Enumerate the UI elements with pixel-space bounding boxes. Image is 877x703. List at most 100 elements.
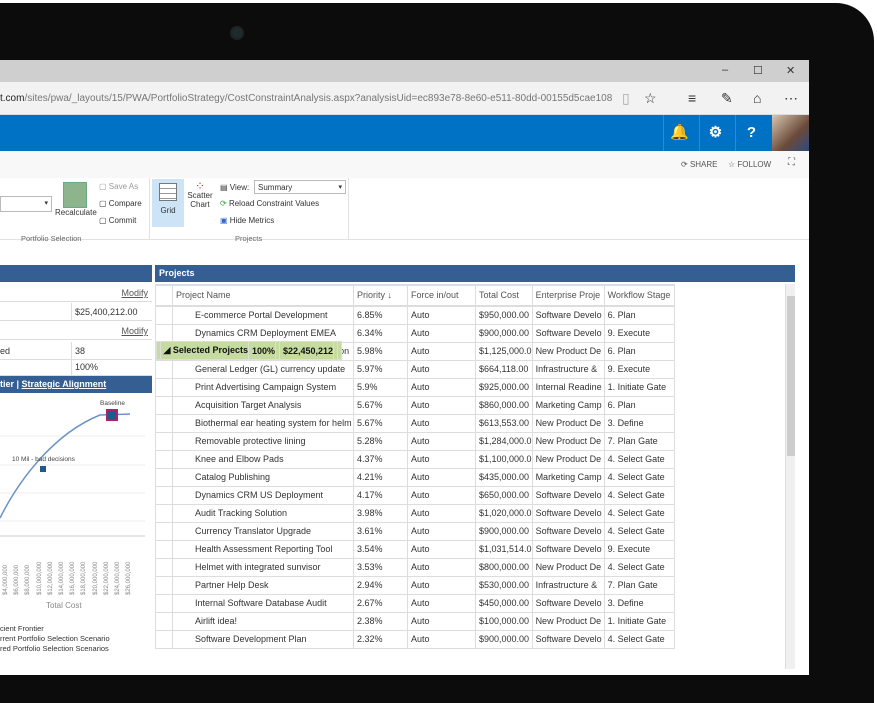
- priority: 5.9%: [353, 377, 408, 397]
- total-cost: $530,000.00: [475, 575, 533, 595]
- column-header[interactable]: Priority ↓: [353, 284, 408, 306]
- total-cost: $100,000.00: [475, 611, 533, 631]
- help-icon[interactable]: ?: [735, 115, 767, 151]
- row-header[interactable]: [155, 449, 173, 469]
- web-note-icon[interactable]: ✎: [721, 90, 733, 107]
- share-icon[interactable]: ⌂: [753, 90, 761, 106]
- enterprise-project-type: Software Develo: [531, 629, 605, 649]
- share-button[interactable]: ⟳ SHARE: [681, 160, 718, 169]
- bell-icon[interactable]: 🔔: [663, 115, 695, 151]
- total-cost: $860,000.00: [475, 395, 533, 415]
- workflow-stage: 6. Plan: [603, 395, 675, 415]
- table-row[interactable]: General Ledger (GL) currency update 5.97%…: [155, 359, 675, 379]
- table-row[interactable]: Dynamics CRM Deployment EMEA 6.34% Auto $90…: [155, 323, 675, 343]
- table-row[interactable]: Health Assessment Reporting Tool 3.54% Aut…: [155, 539, 675, 559]
- workflow-stage: 4. Select Gate: [603, 467, 675, 487]
- row-header[interactable]: [155, 611, 173, 631]
- scrollbar-thumb[interactable]: [787, 296, 795, 456]
- row-header[interactable]: [155, 359, 173, 379]
- table-row[interactable]: Airlift idea! 2.38% Auto $100,000.00 New Pro…: [155, 611, 675, 631]
- table-row[interactable]: Knee and Elbow Pads 4.37% Auto $1,100,000.0…: [155, 449, 675, 469]
- follow-button[interactable]: ☆ FOLLOW: [728, 160, 771, 169]
- row-header[interactable]: [155, 467, 173, 487]
- tab-strategic-alignment[interactable]: Strategic Alignment: [22, 379, 107, 389]
- address-bar[interactable]: t.com/sites/pwa/_layouts/15/PWA/Portfoli…: [0, 82, 809, 115]
- column-header[interactable]: Enterprise Proje: [531, 284, 605, 306]
- save-as-button[interactable]: ▢ Save As: [99, 182, 138, 191]
- table-row[interactable]: Software Development Plan 2.32% Auto $900,0…: [155, 629, 675, 649]
- grid-button[interactable]: Grid: [152, 179, 184, 227]
- scenario-point[interactable]: [40, 466, 46, 472]
- view-dropdown[interactable]: Summary ▾: [254, 180, 346, 194]
- focus-icon[interactable]: ⛶: [788, 157, 795, 168]
- metric-row-2: 100%: [0, 358, 152, 376]
- row-header[interactable]: [155, 485, 173, 505]
- view-label: ▤ View:: [220, 183, 250, 192]
- column-header[interactable]: Project Name: [172, 284, 354, 306]
- column-header[interactable]: Total Cost: [475, 284, 533, 306]
- group-portfolio-selection: Portfolio Selection: [21, 234, 82, 243]
- table-row[interactable]: Removable protective lining 5.28% Auto $1,2…: [155, 431, 675, 451]
- row-header[interactable]: [155, 503, 173, 523]
- project-name: Knee and Elbow Pads: [172, 449, 354, 469]
- x-tick-label: $24,000,000: [115, 561, 121, 595]
- compare-button[interactable]: ▢ Compare: [99, 199, 142, 208]
- table-row[interactable]: Dynamics CRM US Deployment 4.17% Auto $650,…: [155, 485, 675, 505]
- maximize-button[interactable]: ☐: [753, 64, 763, 77]
- row-header[interactable]: [155, 593, 173, 613]
- close-button[interactable]: ✕: [786, 64, 795, 77]
- tab-efficient-frontier[interactable]: tier |: [0, 379, 22, 389]
- total-cost: $1,284,000.0: [475, 431, 533, 451]
- avatar[interactable]: [772, 115, 809, 151]
- row-header[interactable]: [155, 395, 173, 415]
- row-header[interactable]: [155, 431, 173, 451]
- force-in-out: Auto: [407, 611, 476, 631]
- enterprise-project-type: Internal Readine: [531, 377, 605, 397]
- vertical-scrollbar[interactable]: [785, 284, 795, 669]
- compare-label: Compare: [108, 199, 142, 208]
- project-name: Biothermal ear heating system for helm: [172, 413, 354, 433]
- row-header[interactable]: [155, 575, 173, 595]
- baseline-point[interactable]: [106, 409, 118, 421]
- project-name: Print Advertising Campaign System: [172, 377, 354, 397]
- column-header[interactable]: Force in/out: [407, 284, 476, 306]
- table-row[interactable]: Partner Help Desk 2.94% Auto $530,000.00 Inf…: [155, 575, 675, 595]
- row-header[interactable]: [155, 539, 173, 559]
- table-row[interactable]: Acquisition Target Analysis 5.67% Auto $860…: [155, 395, 675, 415]
- group-row-selected-projects[interactable]: ◢ Selected Projects 100% $22,450,212: [155, 341, 343, 360]
- selection-dropdown[interactable]: ▾: [0, 196, 52, 212]
- row-header[interactable]: [155, 521, 173, 541]
- modify-link[interactable]: Modify: [121, 326, 148, 336]
- table-row[interactable]: Audit Tracking Solution 3.98% Auto $1,020,0…: [155, 503, 675, 523]
- favorite-star-icon[interactable]: ☆: [644, 90, 657, 107]
- priority: 5.28%: [353, 431, 408, 451]
- row-header[interactable]: [155, 323, 173, 343]
- table-row[interactable]: Currency Translator Upgrade 3.61% Auto $900…: [155, 521, 675, 541]
- hide-metrics-button[interactable]: ▣ Hide Metrics: [220, 216, 274, 225]
- table-row[interactable]: E-commerce Portal Development 6.85% Auto $9…: [155, 305, 675, 325]
- row-header[interactable]: [155, 413, 173, 433]
- table-row[interactable]: Catalog Publishing 4.21% Auto $435,000.00 Ma…: [155, 467, 675, 487]
- priority: 4.37%: [353, 449, 408, 469]
- url-field[interactable]: t.com/sites/pwa/_layouts/15/PWA/Portfoli…: [0, 93, 612, 104]
- row-header[interactable]: [155, 377, 173, 397]
- more-icon[interactable]: ⋯: [784, 90, 798, 107]
- table-row[interactable]: Biothermal ear heating system for helm 5.…: [155, 413, 675, 433]
- reading-view-icon[interactable]: ▯: [622, 90, 630, 107]
- hide-metrics-label: Hide Metrics: [229, 216, 275, 225]
- scatter-chart-button[interactable]: ⁘ Scatter Chart: [186, 180, 214, 209]
- row-header[interactable]: [155, 629, 173, 649]
- gear-icon[interactable]: ⚙: [699, 115, 731, 151]
- row-header[interactable]: [155, 557, 173, 577]
- reload-constraint-button[interactable]: ⟳ Reload Constraint Values: [220, 199, 319, 208]
- column-header[interactable]: Workflow Stage: [603, 284, 675, 306]
- table-row[interactable]: Internal Software Database Audit 2.67% Aut…: [155, 593, 675, 613]
- commit-button[interactable]: ▢ Commit: [99, 216, 136, 225]
- minimize-button[interactable]: –: [722, 64, 728, 76]
- hub-icon[interactable]: ≡: [688, 90, 696, 106]
- table-row[interactable]: Print Advertising Campaign System 5.9% Aut…: [155, 377, 675, 397]
- row-header[interactable]: [155, 305, 173, 325]
- table-row[interactable]: Helmet with integrated sunvisor 3.53% Auto…: [155, 557, 675, 577]
- modify-link[interactable]: Modify: [121, 288, 148, 298]
- recalculate-button[interactable]: Recalculate: [55, 208, 97, 217]
